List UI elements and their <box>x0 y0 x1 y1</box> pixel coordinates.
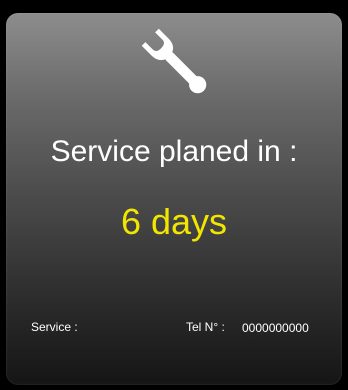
tel-label: Tel N° : <box>186 320 225 334</box>
wrench-icon <box>141 28 207 94</box>
service-label: Service : <box>31 320 78 334</box>
service-countdown: 6 days <box>120 201 228 242</box>
tel-value: 0000000000 <box>242 321 309 335</box>
service-panel: Service planed in : 6 days Service : Tel… <box>6 13 342 385</box>
service-headline: Service planed in : <box>50 135 298 168</box>
